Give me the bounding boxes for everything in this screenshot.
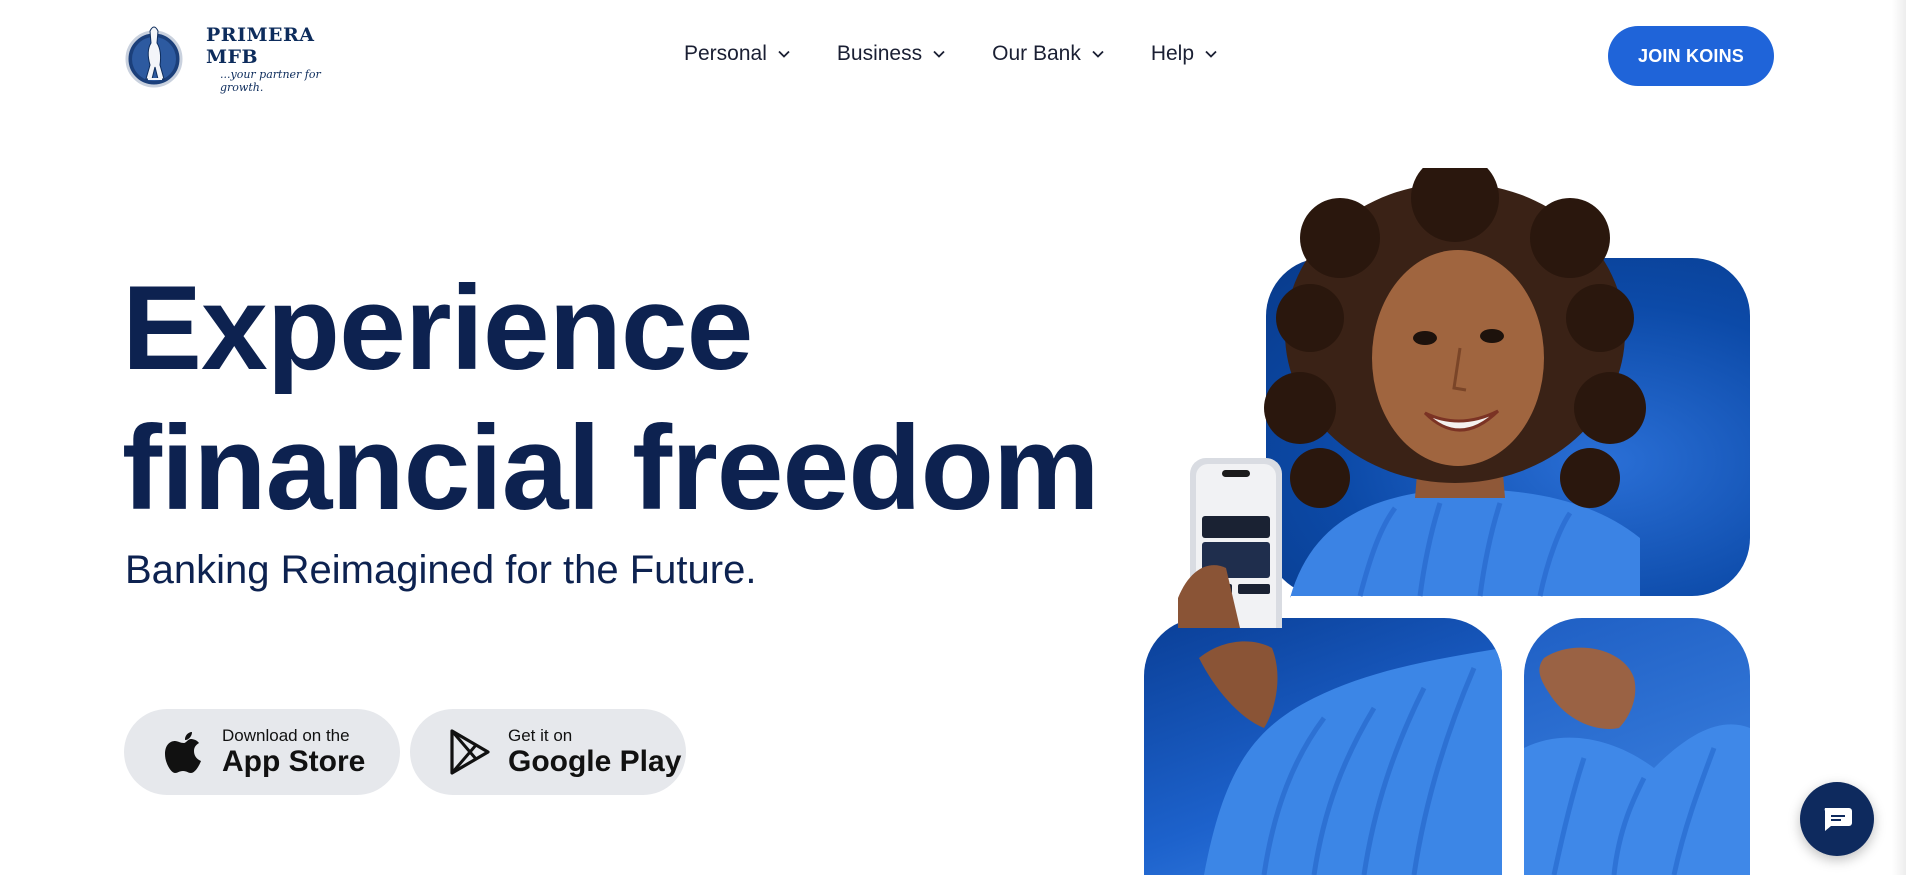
google-play-button[interactable]: Get it on Google Play bbox=[410, 709, 686, 795]
logo-emblem-icon bbox=[124, 21, 184, 89]
nav-personal-label: Personal bbox=[684, 42, 767, 65]
chevron-down-icon bbox=[1205, 50, 1217, 58]
google-play-icon bbox=[450, 729, 490, 775]
hero-image-bottom-left-panel bbox=[1144, 618, 1502, 875]
brand-name: PRIMERA MFB bbox=[206, 24, 315, 68]
hero-subtitle: Banking Reimagined for the Future. bbox=[125, 548, 757, 592]
sweater-arm-image bbox=[1199, 641, 1502, 875]
chat-icon bbox=[1824, 808, 1852, 831]
app-store-button[interactable]: Download on the App Store bbox=[124, 709, 400, 795]
brand-tagline: ...your partner for growth. bbox=[220, 68, 321, 94]
nav-personal[interactable]: Personal bbox=[684, 42, 791, 66]
chevron-down-icon bbox=[778, 50, 790, 58]
apple-icon bbox=[165, 732, 201, 773]
hero-title-line-2: financial freedom bbox=[122, 401, 1100, 535]
hero-title-line-1: Experience bbox=[122, 261, 753, 395]
nav-business[interactable]: Business bbox=[837, 42, 946, 66]
hero-title: Experience financial freedom bbox=[122, 258, 1100, 538]
nav-our-bank-label: Our Bank bbox=[992, 42, 1081, 65]
chevron-down-icon bbox=[1092, 50, 1104, 58]
nav-help[interactable]: Help bbox=[1151, 42, 1218, 66]
nav-help-label: Help bbox=[1150, 42, 1195, 65]
chat-button[interactable] bbox=[1800, 782, 1874, 856]
main-nav: Personal Business Our Bank Help bbox=[684, 42, 1264, 66]
join-koins-button[interactable]: JOIN KOINS bbox=[1608, 26, 1774, 86]
hero-image-bottom-right-panel bbox=[1524, 618, 1750, 875]
google-play-big-text: Google Play bbox=[508, 745, 682, 778]
woman-holding-phone-image bbox=[1178, 168, 1646, 628]
google-play-small-text: Get it on bbox=[508, 726, 573, 745]
app-store-big-text: App Store bbox=[222, 745, 366, 778]
chevron-down-icon bbox=[933, 50, 945, 58]
thumb-up-hand-image bbox=[1524, 647, 1750, 875]
nav-business-label: Business bbox=[836, 42, 923, 65]
app-store-small-text: Download on the bbox=[222, 726, 350, 745]
nav-our-bank[interactable]: Our Bank bbox=[992, 42, 1105, 66]
page-edge-shadow bbox=[1892, 0, 1906, 875]
brand-logo[interactable]: PRIMERA MFB ...your partner for growth. bbox=[124, 20, 364, 94]
